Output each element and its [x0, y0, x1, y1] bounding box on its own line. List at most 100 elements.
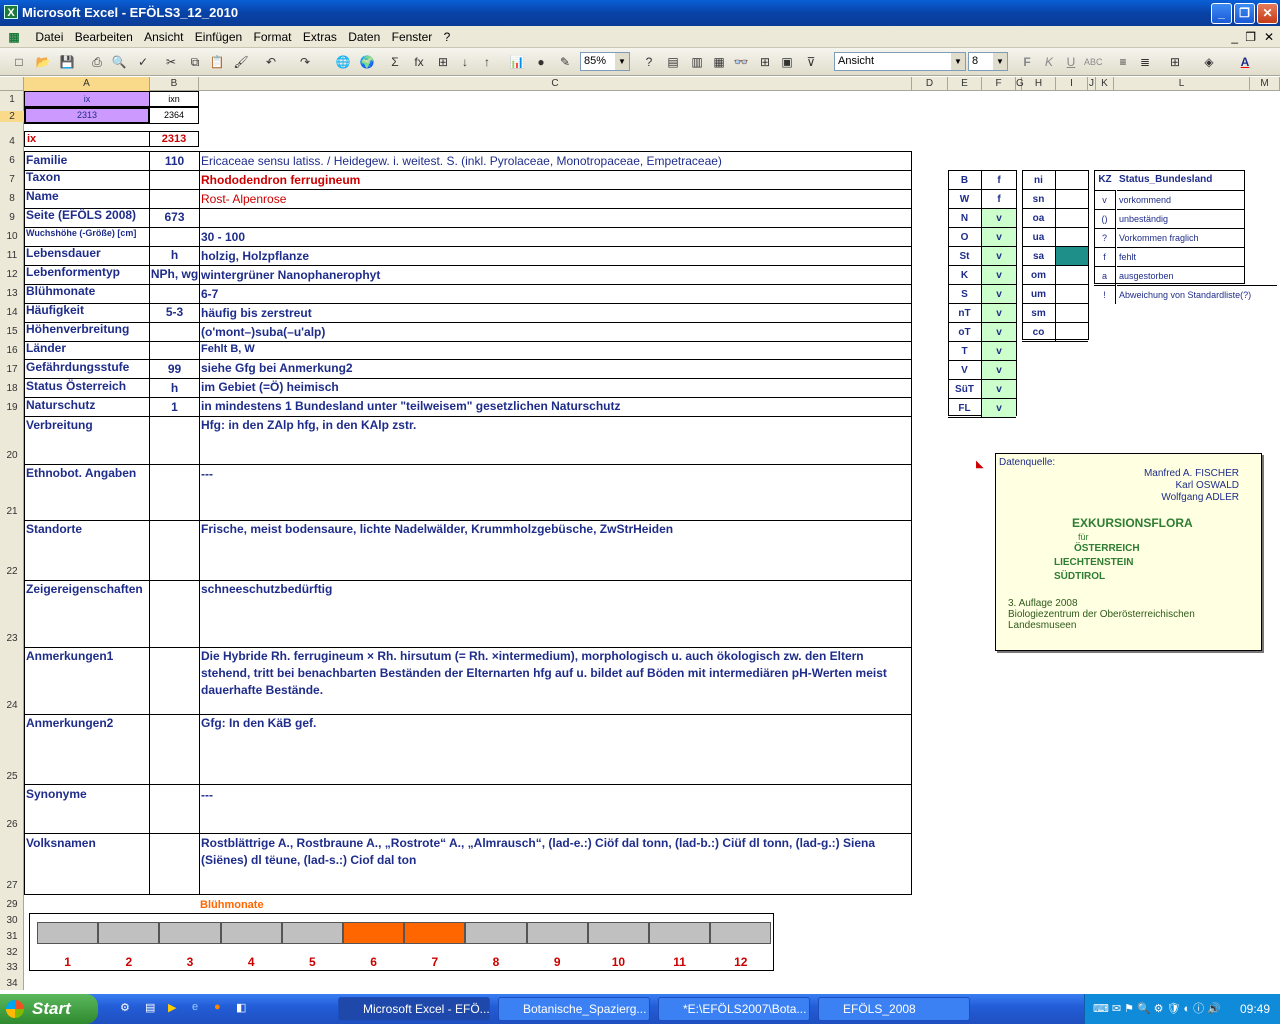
doc-restore-icon[interactable]: ❐: [1245, 26, 1256, 48]
row-header[interactable]: 11: [0, 250, 24, 261]
sort-asc-icon[interactable]: ↓: [456, 53, 474, 71]
altitude-value[interactable]: [1056, 247, 1088, 266]
altitude-value[interactable]: [1056, 285, 1088, 304]
cell-b2[interactable]: 2364: [149, 107, 199, 124]
state-key[interactable]: V: [948, 361, 982, 380]
state-value[interactable]: v: [982, 399, 1016, 418]
redo-icon[interactable]: ↷: [296, 53, 314, 71]
altitude-key[interactable]: ua: [1022, 228, 1056, 247]
row-header[interactable]: 34: [0, 978, 24, 989]
state-key[interactable]: K: [948, 266, 982, 285]
menu-ansicht[interactable]: Ansicht: [140, 26, 187, 48]
value-status-c[interactable]: im Gebiet (=Ö) heimisch: [201, 379, 907, 396]
doc-close-icon[interactable]: ✕: [1264, 26, 1274, 48]
print-icon[interactable]: ⎙: [88, 53, 106, 71]
altitude-value[interactable]: [1056, 228, 1088, 247]
row-header[interactable]: 10: [0, 231, 24, 242]
cell-a4[interactable]: ix: [24, 131, 150, 147]
row-header[interactable]: 14: [0, 307, 24, 318]
value-status-b[interactable]: h: [150, 381, 199, 395]
autofilter-icon[interactable]: ⊽: [802, 53, 820, 71]
value-lebensdauer-c[interactable]: holzig, Holzpflanze: [201, 248, 907, 265]
menu-format[interactable]: Format: [250, 26, 296, 48]
align-center-icon[interactable]: ≣: [1136, 53, 1154, 71]
state-value[interactable]: v: [982, 247, 1016, 266]
column-header[interactable]: L: [1114, 77, 1250, 91]
chart-icon[interactable]: 📊: [508, 53, 526, 71]
row-header[interactable]: 13: [0, 288, 24, 299]
save-icon[interactable]: 💾: [58, 53, 76, 71]
value-ethnobot[interactable]: ---: [201, 466, 907, 483]
row-header[interactable]: 30: [0, 915, 24, 926]
web-icon[interactable]: 🌍: [358, 53, 376, 71]
row-header[interactable]: 15: [0, 326, 24, 337]
altitude-key[interactable]: oa: [1022, 209, 1056, 228]
row-header[interactable]: 24: [0, 700, 24, 711]
row-header[interactable]: 33: [0, 962, 24, 973]
function-icon[interactable]: fx: [410, 53, 428, 71]
open-icon[interactable]: 📂: [34, 53, 52, 71]
paste-icon[interactable]: 📋: [208, 53, 226, 71]
altitude-key[interactable]: um: [1022, 285, 1056, 304]
value-lebensformentyp-c[interactable]: wintergrüner Nanophanerophyt: [201, 267, 907, 284]
altitude-key[interactable]: ni: [1022, 171, 1056, 190]
column-header[interactable]: F: [982, 77, 1016, 91]
value-seite[interactable]: 673: [150, 210, 199, 224]
align-left-icon[interactable]: ≡: [1114, 53, 1132, 71]
state-key[interactable]: T: [948, 342, 982, 361]
column-header[interactable]: A: [24, 77, 150, 91]
altitude-key[interactable]: co: [1022, 323, 1056, 342]
new-icon[interactable]: □: [10, 53, 28, 71]
quicklaunch-a-icon[interactable]: ⚙: [120, 1001, 130, 1014]
copy-icon[interactable]: ⧉: [186, 53, 204, 71]
state-key[interactable]: nT: [948, 304, 982, 323]
altitude-value[interactable]: [1056, 190, 1088, 209]
format-painter-icon[interactable]: 🖌: [232, 53, 250, 71]
column-header[interactable]: J: [1088, 77, 1096, 91]
media-player-icon[interactable]: ▶: [168, 1001, 176, 1014]
row-header[interactable]: 6: [0, 155, 24, 166]
value-synonyme[interactable]: ---: [201, 787, 907, 804]
altitude-value[interactable]: [1056, 209, 1088, 228]
sort-desc-icon[interactable]: ↑: [478, 53, 496, 71]
column-header[interactable]: H: [1022, 77, 1056, 91]
value-hoehenverbreitung[interactable]: (o'mont–)suba(–u'alp): [201, 324, 907, 341]
altitude-key[interactable]: om: [1022, 266, 1056, 285]
cell-b4[interactable]: 2313: [149, 131, 199, 147]
quicklaunch-c-icon[interactable]: ◧: [236, 1001, 246, 1014]
value-naturschutz-c[interactable]: in mindestens 1 Bundesland unter "teilwe…: [201, 398, 907, 415]
borders-icon[interactable]: ⊞: [1166, 53, 1184, 71]
altitude-value[interactable]: [1056, 266, 1088, 285]
tool-b-icon[interactable]: ▥: [688, 53, 706, 71]
state-value[interactable]: f: [982, 171, 1016, 190]
value-haeufigkeit-c[interactable]: häufig bis zerstreut: [201, 305, 907, 322]
value-volksnamen[interactable]: Rostblättrige A., Rostbraune A., „Rostro…: [201, 835, 907, 869]
drawing-icon[interactable]: ✎: [556, 53, 574, 71]
firefox-icon[interactable]: ●: [214, 1001, 221, 1013]
tool-c-icon[interactable]: ▦: [710, 53, 728, 71]
strike-icon[interactable]: ABC: [1084, 53, 1103, 71]
menu-fenster[interactable]: Fenster: [388, 26, 437, 48]
row-header[interactable]: 26: [0, 819, 24, 830]
undo-icon[interactable]: ↶: [262, 53, 280, 71]
value-standorte[interactable]: Frische, meist bodensaure, lichte Nadelw…: [201, 521, 907, 538]
state-value[interactable]: v: [982, 266, 1016, 285]
state-value[interactable]: v: [982, 361, 1016, 380]
state-value[interactable]: v: [982, 285, 1016, 304]
value-lebensdauer-b[interactable]: h: [150, 248, 199, 262]
row-header[interactable]: 20: [0, 450, 24, 461]
row-header[interactable]: 17: [0, 364, 24, 375]
row-header[interactable]: 1: [0, 94, 24, 105]
state-key[interactable]: N: [948, 209, 982, 228]
minimize-button[interactable]: _: [1211, 3, 1232, 24]
menu-einfuegen[interactable]: Einfügen: [191, 26, 246, 48]
state-key[interactable]: oT: [948, 323, 982, 342]
spellcheck-icon[interactable]: ✓: [134, 53, 152, 71]
column-header[interactable]: C: [199, 77, 912, 91]
row-header[interactable]: 32: [0, 947, 24, 958]
row-header[interactable]: 18: [0, 383, 24, 394]
value-gefaehrdung-c[interactable]: siehe Gfg bei Anmerkung2: [201, 360, 907, 377]
map-icon[interactable]: ●: [532, 53, 550, 71]
state-value[interactable]: v: [982, 323, 1016, 342]
row-header[interactable]: 8: [0, 193, 24, 204]
